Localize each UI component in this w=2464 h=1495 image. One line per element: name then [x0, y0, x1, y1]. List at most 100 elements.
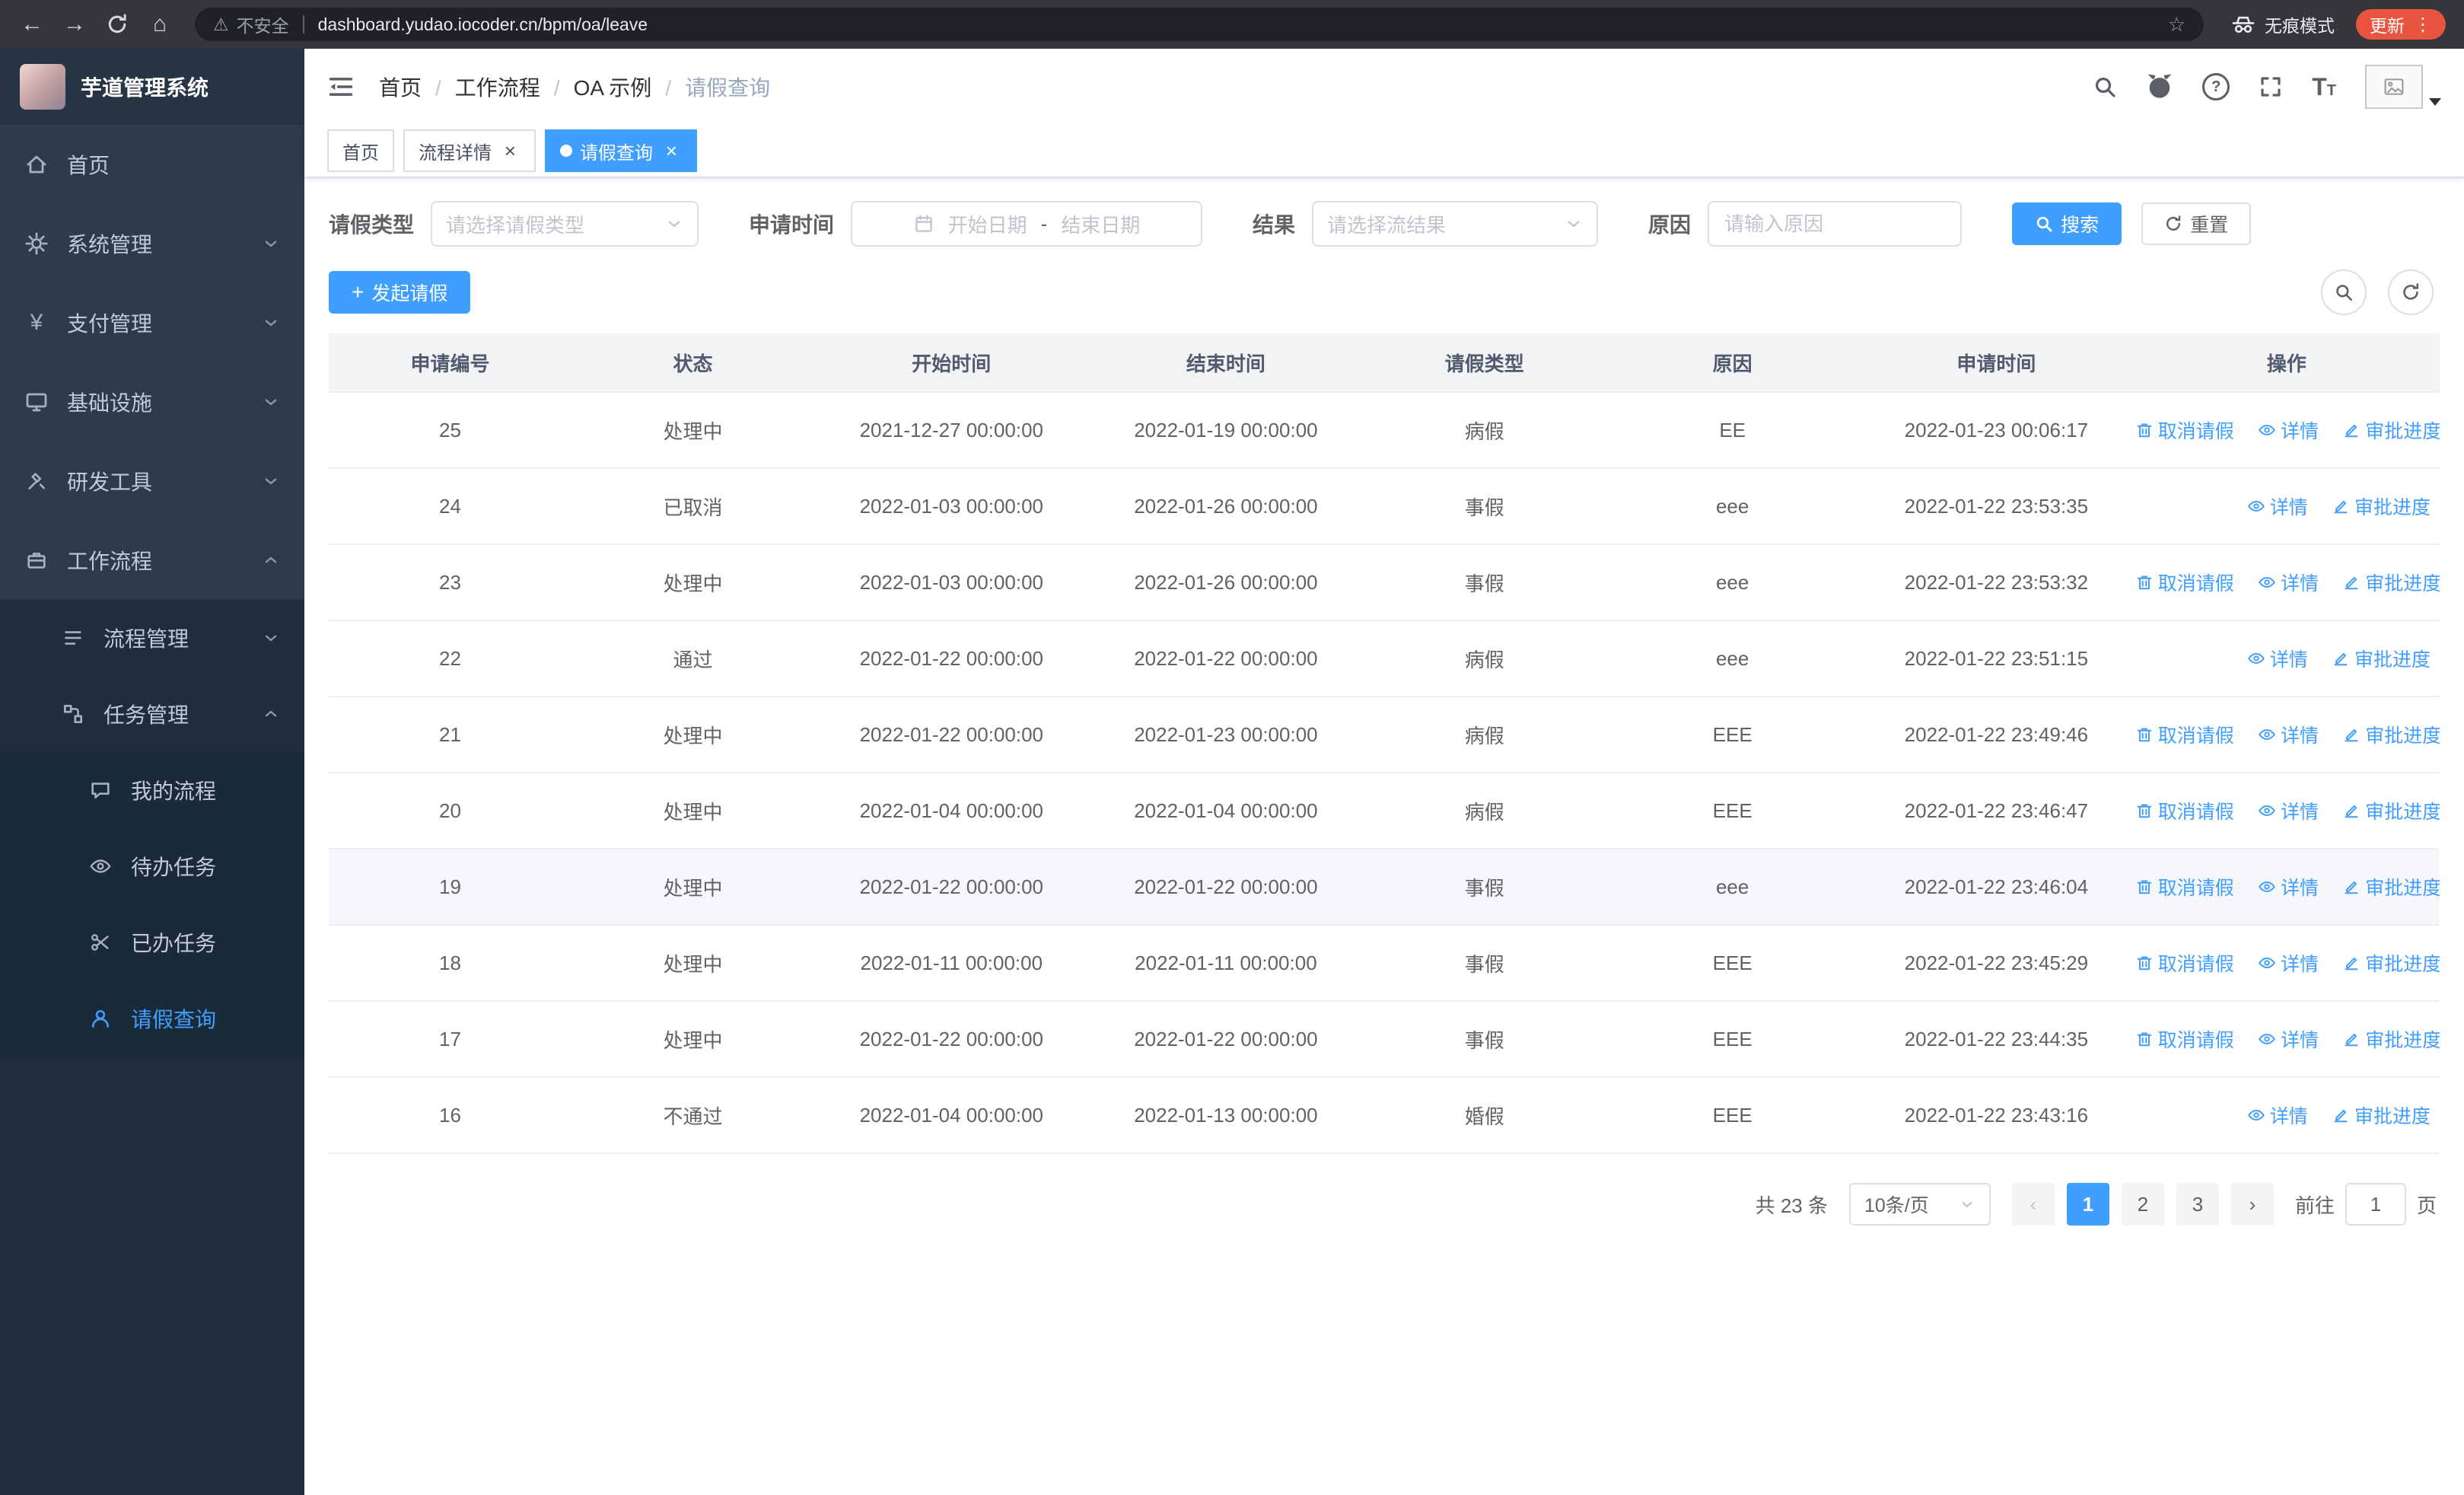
sidebar-toggle-button[interactable]: [327, 73, 355, 100]
breadcrumb-item[interactable]: 首页: [379, 72, 455, 102]
approval-progress-link[interactable]: 审批进度: [2342, 1025, 2440, 1053]
sidebar-item-my-processes[interactable]: 我的流程: [0, 752, 304, 828]
sidebar-item-leave-query[interactable]: 请假查询: [0, 980, 304, 1057]
approval-progress-link[interactable]: 审批进度: [2342, 416, 2440, 444]
breadcrumb-item[interactable]: 请假查询: [685, 72, 770, 102]
cell-end-time: 2022-01-22 00:00:00: [1088, 1001, 1364, 1078]
help-icon[interactable]: ?: [2202, 73, 2230, 100]
sidebar-item-dev-tools[interactable]: 研发工具: [0, 441, 304, 521]
eye-icon: [2258, 954, 2276, 972]
detail-link[interactable]: 详情: [2258, 949, 2319, 977]
result-select[interactable]: 请选择流结果: [1312, 201, 1599, 247]
table-row: 17 处理中 2022-01-22 00:00:00 2022-01-22 00…: [329, 1001, 2440, 1078]
detail-link[interactable]: 详情: [2247, 1101, 2308, 1129]
sidebar-item-infrastructure[interactable]: 基础设施: [0, 362, 304, 441]
end-date-placeholder: 结束日期: [1061, 213, 1141, 237]
page-content: 请假类型 请选择请假类型 申请时间 开始日期 - 结束日期 结果 请选择流结果 …: [304, 178, 2464, 1495]
cancel-leave-link[interactable]: 取消请假: [2135, 416, 2234, 444]
cell-leave-type: 事假: [1363, 849, 1606, 926]
cell-operations: 取消请假 详情 审批进度: [2133, 696, 2440, 773]
active-dot: [560, 145, 572, 157]
fullscreen-icon[interactable]: [2259, 75, 2283, 99]
close-icon[interactable]: ×: [499, 140, 520, 161]
approval-progress-link[interactable]: 审批进度: [2342, 569, 2440, 596]
cancel-leave-link[interactable]: 取消请假: [2135, 721, 2234, 748]
cell-leave-type: 病假: [1363, 620, 1606, 697]
address-bar[interactable]: ⚠ 不安全 dashboard.yudao.iocoder.cn/bpm/oa/…: [195, 8, 2204, 41]
detail-link[interactable]: 详情: [2247, 645, 2308, 672]
detail-link[interactable]: 详情: [2258, 873, 2319, 901]
close-icon[interactable]: ×: [661, 140, 682, 161]
detail-link[interactable]: 详情: [2258, 1025, 2319, 1053]
sidebar-item-process-mgmt[interactable]: 流程管理: [0, 600, 304, 676]
page-number-button[interactable]: 3: [2176, 1183, 2219, 1226]
breadcrumb-item[interactable]: OA 示例: [574, 72, 685, 102]
cancel-leave-link[interactable]: 取消请假: [2135, 873, 2234, 901]
page-size-select[interactable]: 10条/页: [1848, 1183, 1991, 1226]
browser-back-button[interactable]: ←: [12, 5, 52, 44]
chevron-down-icon: [1565, 215, 1583, 233]
view-tab[interactable]: 首页: [327, 129, 394, 172]
browser-menu-icon[interactable]: ⋮: [2414, 14, 2432, 36]
cell-apply-time: 2022-01-22 23:44:35: [1859, 1001, 2134, 1078]
approval-progress-link[interactable]: 审批进度: [2332, 492, 2431, 520]
approval-progress-link[interactable]: 审批进度: [2342, 721, 2440, 748]
sidebar-item-payment-mgmt[interactable]: ¥ 支付管理: [0, 283, 304, 362]
detail-link[interactable]: 详情: [2258, 416, 2319, 444]
reset-button[interactable]: 重置: [2141, 202, 2252, 245]
cell-reason: eee: [1606, 544, 1860, 621]
cell-apply-time: 2022-01-22 23:49:46: [1859, 696, 2134, 773]
font-size-icon[interactable]: TT: [2312, 75, 2336, 99]
detail-link[interactable]: 详情: [2258, 721, 2319, 748]
prev-page-button[interactable]: ‹: [2011, 1183, 2055, 1226]
view-tab[interactable]: 请假查询 ×: [545, 129, 697, 172]
approval-progress-link[interactable]: 审批进度: [2342, 873, 2440, 901]
user-menu[interactable]: [2365, 65, 2441, 109]
next-page-button[interactable]: ›: [2230, 1183, 2274, 1226]
sidebar-item-task-mgmt[interactable]: 任务管理: [0, 676, 304, 752]
browser-reload-button[interactable]: [97, 5, 137, 44]
cell-operations: 取消请假 详情 审批进度: [2133, 544, 2440, 621]
cancel-leave-link[interactable]: 取消请假: [2135, 569, 2234, 596]
cancel-leave-link[interactable]: 取消请假: [2135, 949, 2234, 977]
browser-forward-button[interactable]: →: [55, 5, 94, 44]
detail-link[interactable]: 详情: [2247, 492, 2308, 520]
sidebar-item-workflow[interactable]: 工作流程: [0, 521, 304, 600]
header-search-icon[interactable]: [2093, 75, 2117, 99]
browser-home-button[interactable]: ⌂: [140, 5, 180, 44]
approval-progress-link[interactable]: 审批进度: [2342, 949, 2440, 977]
task-submenu: 我的流程 待办任务 已办任务 请假查询: [0, 752, 304, 1057]
approval-progress-link[interactable]: 审批进度: [2332, 1101, 2431, 1129]
browser-update-button[interactable]: 更新 ⋮: [2356, 9, 2446, 40]
reason-input[interactable]: [1708, 201, 1963, 247]
sidebar-item-system-mgmt[interactable]: 系统管理: [0, 204, 304, 283]
sidebar-item-home[interactable]: 首页: [0, 125, 304, 204]
leave-type-select[interactable]: 请选择请假类型: [431, 201, 699, 247]
create-leave-button[interactable]: + 发起请假: [329, 271, 471, 314]
apply-time-range-picker[interactable]: 开始日期 - 结束日期: [851, 201, 1203, 247]
sidebar-item-done-tasks[interactable]: 已办任务: [0, 904, 304, 980]
refresh-table-button[interactable]: [2388, 269, 2434, 315]
cancel-leave-link[interactable]: 取消请假: [2135, 1025, 2234, 1053]
app-logo[interactable]: 芋道管理系统: [0, 49, 304, 125]
github-icon[interactable]: [2146, 73, 2173, 100]
chevron-up-icon: [262, 551, 280, 569]
avatar[interactable]: [2365, 65, 2423, 109]
view-tab[interactable]: 流程详情 ×: [403, 129, 536, 172]
page-number-button[interactable]: 1: [2066, 1183, 2109, 1226]
sidebar-item-todo-tasks[interactable]: 待办任务: [0, 828, 304, 904]
cell-end-time: 2022-01-26 00:00:00: [1088, 468, 1364, 545]
page-number-button[interactable]: 2: [2121, 1183, 2164, 1226]
detail-link[interactable]: 详情: [2258, 797, 2319, 824]
bookmark-star-icon[interactable]: ☆: [2168, 13, 2185, 37]
approval-progress-link[interactable]: 审批进度: [2342, 797, 2440, 824]
approval-progress-link[interactable]: 审批进度: [2332, 645, 2431, 672]
show-search-button[interactable]: [2321, 269, 2367, 315]
cancel-leave-link[interactable]: 取消请假: [2135, 797, 2234, 824]
detail-link[interactable]: 详情: [2258, 569, 2319, 596]
cell-apply-id: 20: [329, 773, 571, 850]
goto-page-input[interactable]: [2345, 1183, 2406, 1226]
cell-start-time: 2022-01-22 00:00:00: [814, 1001, 1089, 1078]
breadcrumb-item[interactable]: 工作流程: [455, 72, 574, 102]
search-button[interactable]: 搜索: [2012, 202, 2122, 245]
